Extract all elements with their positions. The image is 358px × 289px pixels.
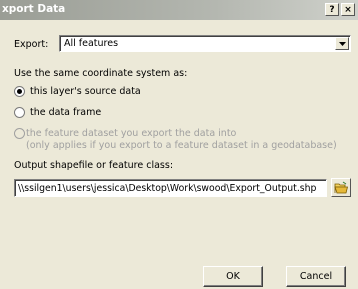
coordinate-system-heading: Use the same coordinate system as: bbox=[14, 68, 188, 79]
radio-feature-dataset-label: the feature dataset you export the data … bbox=[26, 128, 237, 139]
radio-data-frame[interactable] bbox=[14, 107, 25, 118]
export-dropdown[interactable]: All features bbox=[59, 35, 351, 52]
ok-button[interactable]: OK bbox=[203, 266, 263, 287]
export-dropdown-value: All features bbox=[64, 38, 119, 49]
open-folder-icon bbox=[334, 181, 348, 194]
title-bar[interactable]: xport Data ? × bbox=[0, 0, 358, 20]
export-label: Export: bbox=[14, 39, 49, 50]
output-path-value: \\ssilgen1\users\jessica\Desktop\Work\sw… bbox=[18, 183, 317, 194]
help-button[interactable]: ? bbox=[325, 3, 339, 16]
radio-layer-source-data-label[interactable]: this layer's source data bbox=[30, 86, 141, 97]
output-path-input[interactable]: \\ssilgen1\users\jessica\Desktop\Work\sw… bbox=[14, 179, 327, 197]
output-label: Output shapefile or feature class: bbox=[14, 160, 174, 171]
cancel-button[interactable]: Cancel bbox=[286, 266, 346, 287]
export-data-dialog: xport Data ? × Export: All features Use … bbox=[0, 0, 358, 289]
radio-layer-source-data[interactable] bbox=[14, 86, 25, 97]
browse-button[interactable] bbox=[331, 178, 351, 197]
radio-feature-dataset-sublabel: (only applies if you export to a feature… bbox=[26, 140, 337, 151]
window-title: xport Data bbox=[2, 3, 66, 15]
radio-feature-dataset bbox=[14, 128, 25, 139]
close-button[interactable]: × bbox=[341, 3, 355, 16]
chevron-down-icon[interactable] bbox=[335, 37, 349, 50]
radio-data-frame-label[interactable]: the data frame bbox=[30, 107, 101, 118]
